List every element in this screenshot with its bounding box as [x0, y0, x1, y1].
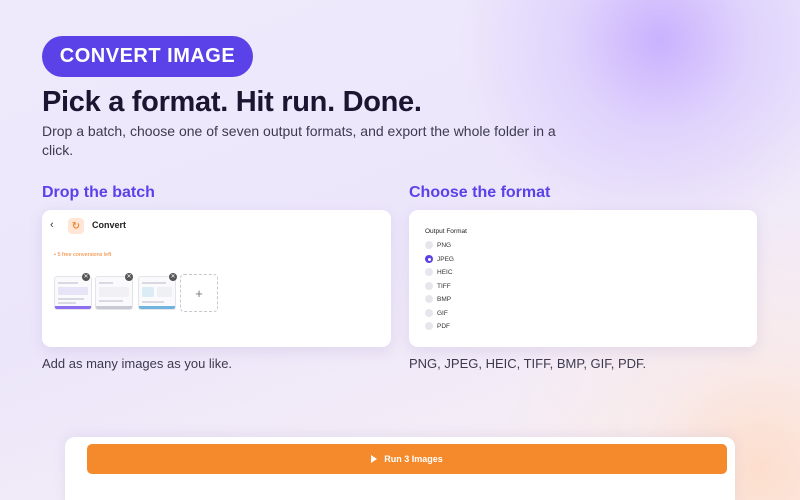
- choose-format-caption: PNG, JPEG, HEIC, TIFF, BMP, GIF, PDF.: [409, 356, 647, 371]
- close-icon[interactable]: ✕: [125, 273, 133, 281]
- format-option-png[interactable]: PNG: [425, 240, 451, 250]
- radio-button[interactable]: [425, 295, 433, 303]
- format-option-label: TIFF: [437, 282, 451, 290]
- image-thumbnail[interactable]: [95, 276, 133, 310]
- convert-image-badge: CONVERT IMAGE: [42, 36, 253, 77]
- free-conversions-note: • 5 free conversions left: [54, 252, 112, 258]
- format-option-label: HEIC: [437, 268, 453, 276]
- format-option-bmp[interactable]: BMP: [425, 294, 451, 304]
- refresh-icon: ↻: [68, 218, 84, 234]
- format-option-heic[interactable]: HEIC: [425, 267, 453, 277]
- format-option-label: PDF: [437, 322, 450, 330]
- image-thumbnail[interactable]: [54, 276, 92, 310]
- format-option-label: JPEG: [437, 255, 454, 263]
- run-button-label: Run 3 Images: [384, 454, 443, 464]
- page-subheadline: Drop a batch, choose one of seven output…: [42, 123, 556, 158]
- run-images-button[interactable]: Run 3 Images: [87, 444, 727, 474]
- page-headline: Pick a format. Hit run. Done.: [42, 86, 422, 118]
- format-option-pdf[interactable]: PDF: [425, 321, 450, 331]
- format-option-label: GIF: [437, 309, 448, 317]
- close-icon[interactable]: ✕: [169, 273, 177, 281]
- radio-button[interactable]: [425, 322, 433, 330]
- drop-batch-title: Drop the batch: [42, 184, 155, 201]
- drop-batch-card: ‹ ↻ Convert • 5 free conversions left ✕ …: [42, 210, 391, 347]
- radio-button[interactable]: [425, 268, 433, 276]
- choose-format-title: Choose the format: [409, 184, 551, 201]
- radio-button[interactable]: [425, 241, 433, 249]
- chevron-left-icon[interactable]: ‹: [50, 219, 54, 231]
- radio-button[interactable]: [425, 282, 433, 290]
- format-option-jpeg[interactable]: JPEG: [425, 254, 454, 264]
- choose-format-card: Output Format PNG JPEG HEIC TIFF BMP GIF…: [409, 210, 757, 347]
- format-option-tiff[interactable]: TIFF: [425, 281, 451, 291]
- add-image-button[interactable]: +: [180, 274, 218, 312]
- format-option-label: PNG: [437, 241, 452, 249]
- image-thumbnail[interactable]: [138, 276, 176, 310]
- bottom-panel: Run 3 Images: [65, 437, 735, 500]
- radio-button[interactable]: [425, 255, 433, 263]
- app-title: Convert: [92, 220, 127, 230]
- format-option-label: BMP: [437, 295, 452, 303]
- drop-batch-caption: Add as many images as you like.: [42, 356, 233, 371]
- close-icon[interactable]: ✕: [82, 273, 90, 281]
- play-icon: [371, 455, 378, 463]
- radio-button[interactable]: [425, 309, 433, 317]
- output-format-label: Output Format: [425, 228, 467, 235]
- format-option-gif[interactable]: GIF: [425, 308, 448, 318]
- plus-icon: +: [195, 285, 203, 301]
